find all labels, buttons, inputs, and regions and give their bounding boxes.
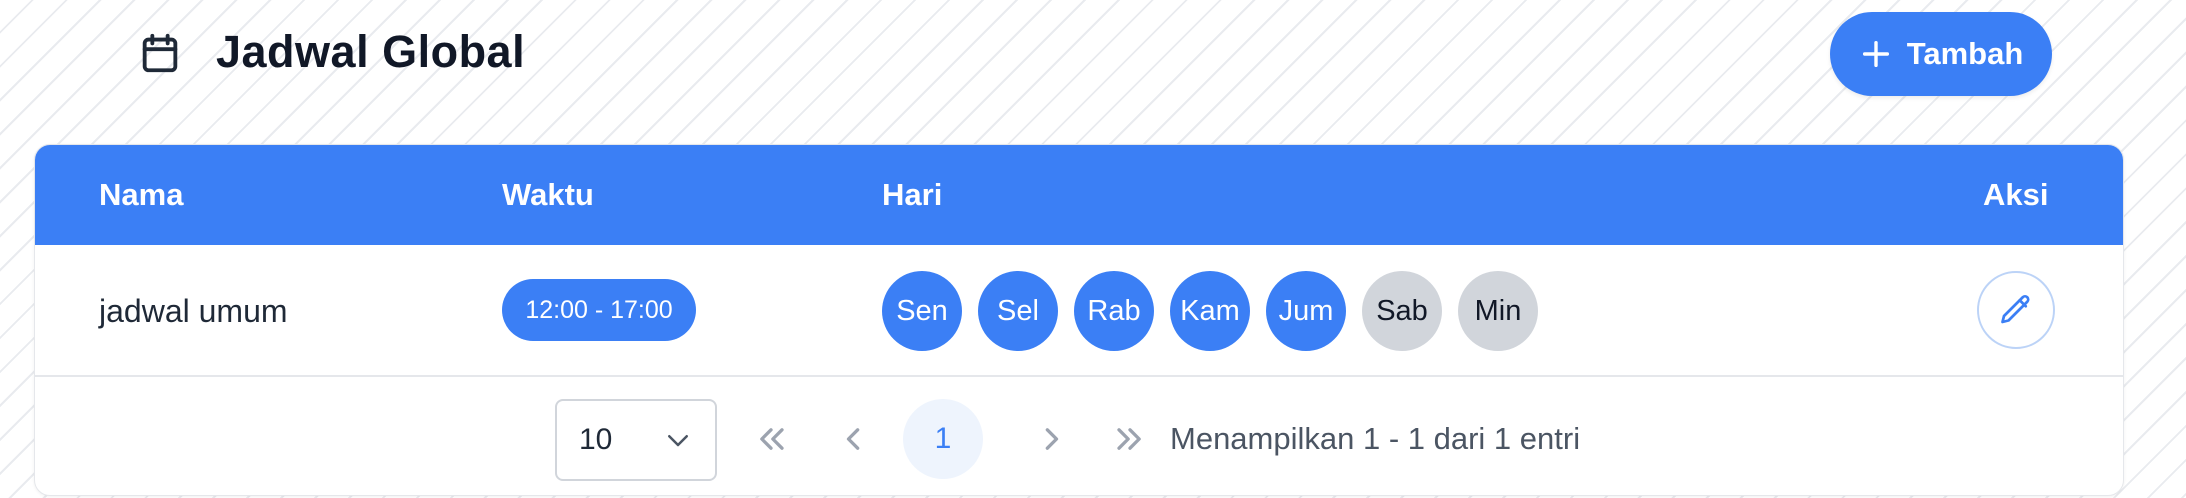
column-header-time: Waktu	[502, 177, 594, 212]
day-badge-sab: Sab	[1362, 271, 1442, 351]
day-badge-sel: Sel	[978, 271, 1058, 351]
column-header-name: Nama	[99, 177, 184, 212]
last-page-icon[interactable]	[1108, 417, 1152, 461]
day-badge-rab: Rab	[1074, 271, 1154, 351]
page-button-current[interactable]: 1	[903, 399, 983, 479]
prev-page-icon[interactable]	[832, 417, 876, 461]
time-badge: 12:00 - 17:00	[502, 279, 696, 341]
column-header-action: Aksi	[1983, 177, 2049, 212]
chevron-down-icon	[663, 425, 693, 455]
next-page-icon[interactable]	[1029, 417, 1073, 461]
plus-icon	[1859, 37, 1893, 71]
page-title: Jadwal Global	[216, 26, 526, 77]
day-badge-jum: Jum	[1266, 271, 1346, 351]
add-schedule-button[interactable]: Tambah	[1830, 12, 2052, 96]
day-badge-kam: Kam	[1170, 271, 1250, 351]
calendar-icon	[137, 30, 183, 76]
day-badge-min: Min	[1458, 271, 1538, 351]
schedule-name: jadwal umum	[99, 293, 288, 329]
day-badge-sen: Sen	[882, 271, 962, 351]
page-header: Jadwal Global Tambah	[0, 0, 2186, 110]
table-header: Nama Waktu Hari Aksi	[35, 145, 2123, 245]
pagination: 10 1 Menampilkan 1 - 1 dari 1 entri	[35, 377, 2123, 495]
edit-button[interactable]	[1977, 271, 2055, 349]
add-button-label: Tambah	[1906, 36, 2024, 71]
first-page-icon[interactable]	[749, 417, 793, 461]
pagination-info: Menampilkan 1 - 1 dari 1 entri	[1170, 421, 1581, 456]
column-header-days: Hari	[882, 177, 943, 212]
schedule-table: Nama Waktu Hari Aksi jadwal umum 12:00 -…	[34, 144, 2124, 496]
pencil-icon	[1998, 292, 2034, 328]
table-row: jadwal umum 12:00 - 17:00 Sen Sel Rab Ka…	[35, 245, 2123, 377]
page-size-value: 10	[579, 423, 613, 456]
page-size-select[interactable]: 10	[555, 399, 717, 481]
